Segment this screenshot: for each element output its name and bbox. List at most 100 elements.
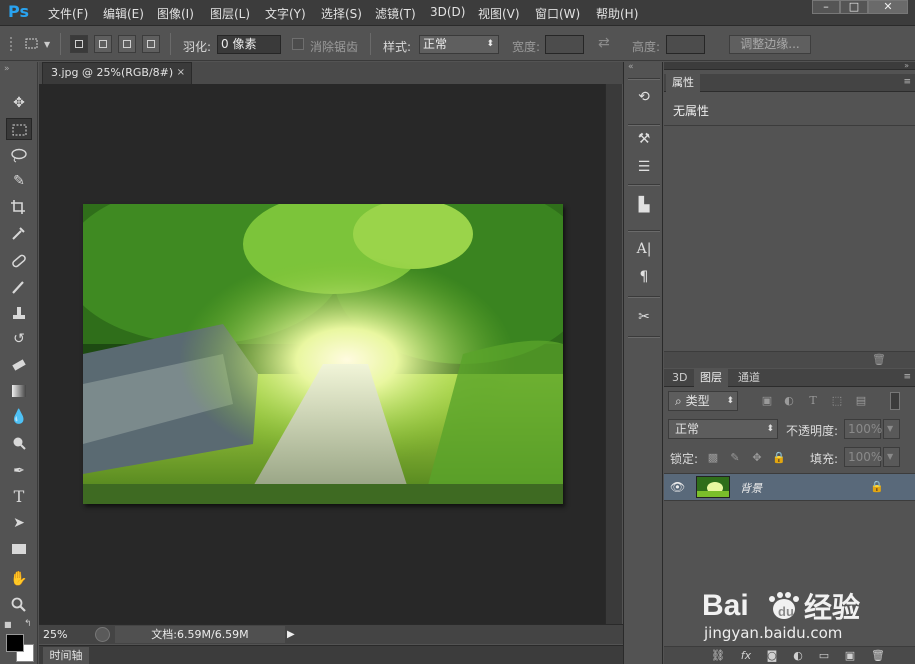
rectangle-tool[interactable] xyxy=(6,538,32,560)
default-colors-icon[interactable]: ■ xyxy=(4,620,12,629)
character-panel-button[interactable]: A| xyxy=(632,238,656,260)
menu-layer[interactable]: 图层(L) xyxy=(210,5,250,22)
eyedropper-tool[interactable] xyxy=(6,222,32,244)
lock-all-icon[interactable]: 🔒 xyxy=(772,451,786,465)
layer-filter-select[interactable]: ⌕ 类型 ⬍ xyxy=(668,391,738,411)
tab-3d[interactable]: 3D xyxy=(666,369,693,387)
history-brush-tool[interactable]: ↺ xyxy=(6,328,32,350)
add-selection-button[interactable] xyxy=(94,35,112,53)
adjustment-layer-icon[interactable]: ◐ xyxy=(790,649,806,663)
zoom-field[interactable]: 25% xyxy=(43,628,67,641)
lock-position-icon[interactable]: ✥ xyxy=(750,451,764,465)
intersect-selection-button[interactable] xyxy=(142,35,160,53)
subtract-selection-button[interactable] xyxy=(118,35,136,53)
healing-brush-tool[interactable] xyxy=(6,250,32,272)
panel-menu-icon[interactable]: ≡ xyxy=(903,372,911,382)
layer-name[interactable]: 背景 xyxy=(740,480,762,496)
gradient-tool[interactable] xyxy=(6,380,32,402)
close-window-button[interactable]: ✕ xyxy=(868,0,908,14)
menu-type[interactable]: 文字(Y) xyxy=(265,5,306,22)
new-selection-button[interactable] xyxy=(70,35,88,53)
add-mask-icon[interactable]: ◙ xyxy=(764,649,780,663)
link-layers-icon[interactable]: ⛓ xyxy=(710,649,726,663)
refine-edge-button[interactable]: 调整边缘... xyxy=(729,35,811,54)
filter-shape-icon[interactable]: ⬚ xyxy=(830,394,844,408)
menu-filter[interactable]: 滤镜(T) xyxy=(375,5,416,22)
filter-toggle[interactable] xyxy=(890,392,900,410)
filter-pixel-icon[interactable]: ▣ xyxy=(760,394,774,408)
feather-input[interactable]: 0 像素 xyxy=(217,35,281,54)
menu-3d[interactable]: 3D(D) xyxy=(430,5,465,19)
status-info-icon[interactable] xyxy=(95,627,110,642)
layer-row-background[interactable]: 👁 背景 🔒 xyxy=(664,473,915,501)
marquee-tool[interactable] xyxy=(6,118,32,140)
tab-layers[interactable]: 图层 xyxy=(694,369,728,387)
minimize-button[interactable]: – xyxy=(812,0,840,14)
trash-icon[interactable]: 🗑 xyxy=(872,353,886,366)
dodge-tool[interactable] xyxy=(6,432,32,454)
document-tab[interactable]: 3.jpg @ 25%(RGB/8#) × xyxy=(42,62,192,84)
menu-select[interactable]: 选择(S) xyxy=(321,5,362,22)
pen-tool[interactable]: ✒ xyxy=(6,460,32,482)
close-tab-icon[interactable]: × xyxy=(177,63,185,83)
swap-colors-icon[interactable]: ↰ xyxy=(24,619,32,629)
collapse-icon[interactable]: » xyxy=(904,61,909,70)
brush-tool[interactable] xyxy=(6,276,32,298)
marquee-preset-button[interactable] xyxy=(24,36,40,52)
tab-channels[interactable]: 通道 xyxy=(732,369,766,387)
height-input[interactable] xyxy=(666,35,705,54)
menu-edit[interactable]: 编辑(E) xyxy=(103,5,144,22)
history-panel-button[interactable]: ⟲ xyxy=(632,86,656,108)
filter-smart-object-icon[interactable]: ▤ xyxy=(854,394,868,408)
crop-tool[interactable] xyxy=(6,196,32,218)
fill-dropdown[interactable]: ▼ xyxy=(883,447,900,467)
vertical-scrollbar[interactable] xyxy=(605,84,622,624)
panel-menu-icon[interactable]: ≡ xyxy=(903,77,911,87)
eraser-tool[interactable] xyxy=(6,354,32,376)
width-input[interactable] xyxy=(545,35,584,54)
new-group-icon[interactable]: ▭ xyxy=(816,649,832,663)
hand-tool[interactable]: ✋ xyxy=(6,568,32,590)
swap-icon[interactable]: ⇄ xyxy=(598,35,610,51)
blur-tool[interactable]: 💧 xyxy=(6,406,32,428)
menu-file[interactable]: 文件(F) xyxy=(48,5,88,22)
antialias-checkbox[interactable] xyxy=(292,38,304,50)
path-selection-tool[interactable]: ➤ xyxy=(6,512,32,534)
status-menu-arrow-icon[interactable]: ▶ xyxy=(287,627,297,642)
document-image[interactable] xyxy=(63,184,593,504)
tool-presets-button[interactable]: ✂ xyxy=(632,306,656,328)
preset-chevron-icon[interactable]: ▼ xyxy=(44,40,50,49)
menu-window[interactable]: 窗口(W) xyxy=(535,5,580,22)
clone-source-button[interactable]: ▙ xyxy=(632,194,656,216)
maximize-button[interactable]: □ xyxy=(840,0,868,14)
paragraph-panel-button[interactable]: ¶ xyxy=(632,266,656,288)
blend-mode-select[interactable]: 正常 ⬍ xyxy=(668,419,778,439)
clone-stamp-tool[interactable] xyxy=(6,302,32,324)
new-layer-icon[interactable]: ▣ xyxy=(842,649,858,663)
collapse-icon[interactable]: » xyxy=(4,64,10,74)
brush-presets-button[interactable]: ⚒ xyxy=(632,128,656,150)
fill-input[interactable]: 100% xyxy=(844,447,882,467)
collapse-icon[interactable]: « xyxy=(628,62,634,72)
move-tool[interactable]: ✥ xyxy=(6,92,32,114)
zoom-tool[interactable] xyxy=(6,594,32,616)
foreground-color-swatch[interactable] xyxy=(6,634,24,652)
adjustments-button[interactable]: ☰ xyxy=(632,156,656,178)
menu-view[interactable]: 视图(V) xyxy=(478,5,520,22)
menu-image[interactable]: 图像(I) xyxy=(157,5,194,22)
quick-selection-tool[interactable]: ✎ xyxy=(6,170,32,192)
timeline-tab[interactable]: 时间轴 xyxy=(43,647,89,664)
delete-layer-icon[interactable]: 🗑 xyxy=(870,649,886,663)
lasso-tool[interactable] xyxy=(6,144,32,166)
style-select[interactable]: 正常 ⬍ xyxy=(419,35,499,54)
opacity-input[interactable]: 100% xyxy=(844,419,882,439)
filter-type-icon[interactable]: T xyxy=(806,394,820,408)
lock-pixels-icon[interactable]: ✎ xyxy=(728,451,742,465)
visibility-eye-icon[interactable]: 👁 xyxy=(670,480,686,494)
type-tool[interactable]: T xyxy=(6,486,32,508)
layer-style-icon[interactable]: fx xyxy=(738,649,754,663)
opacity-dropdown[interactable]: ▼ xyxy=(883,419,900,439)
menu-help[interactable]: 帮助(H) xyxy=(596,5,638,22)
filter-adjustment-icon[interactable]: ◐ xyxy=(782,394,796,408)
lock-transparent-icon[interactable]: ▩ xyxy=(706,451,720,465)
